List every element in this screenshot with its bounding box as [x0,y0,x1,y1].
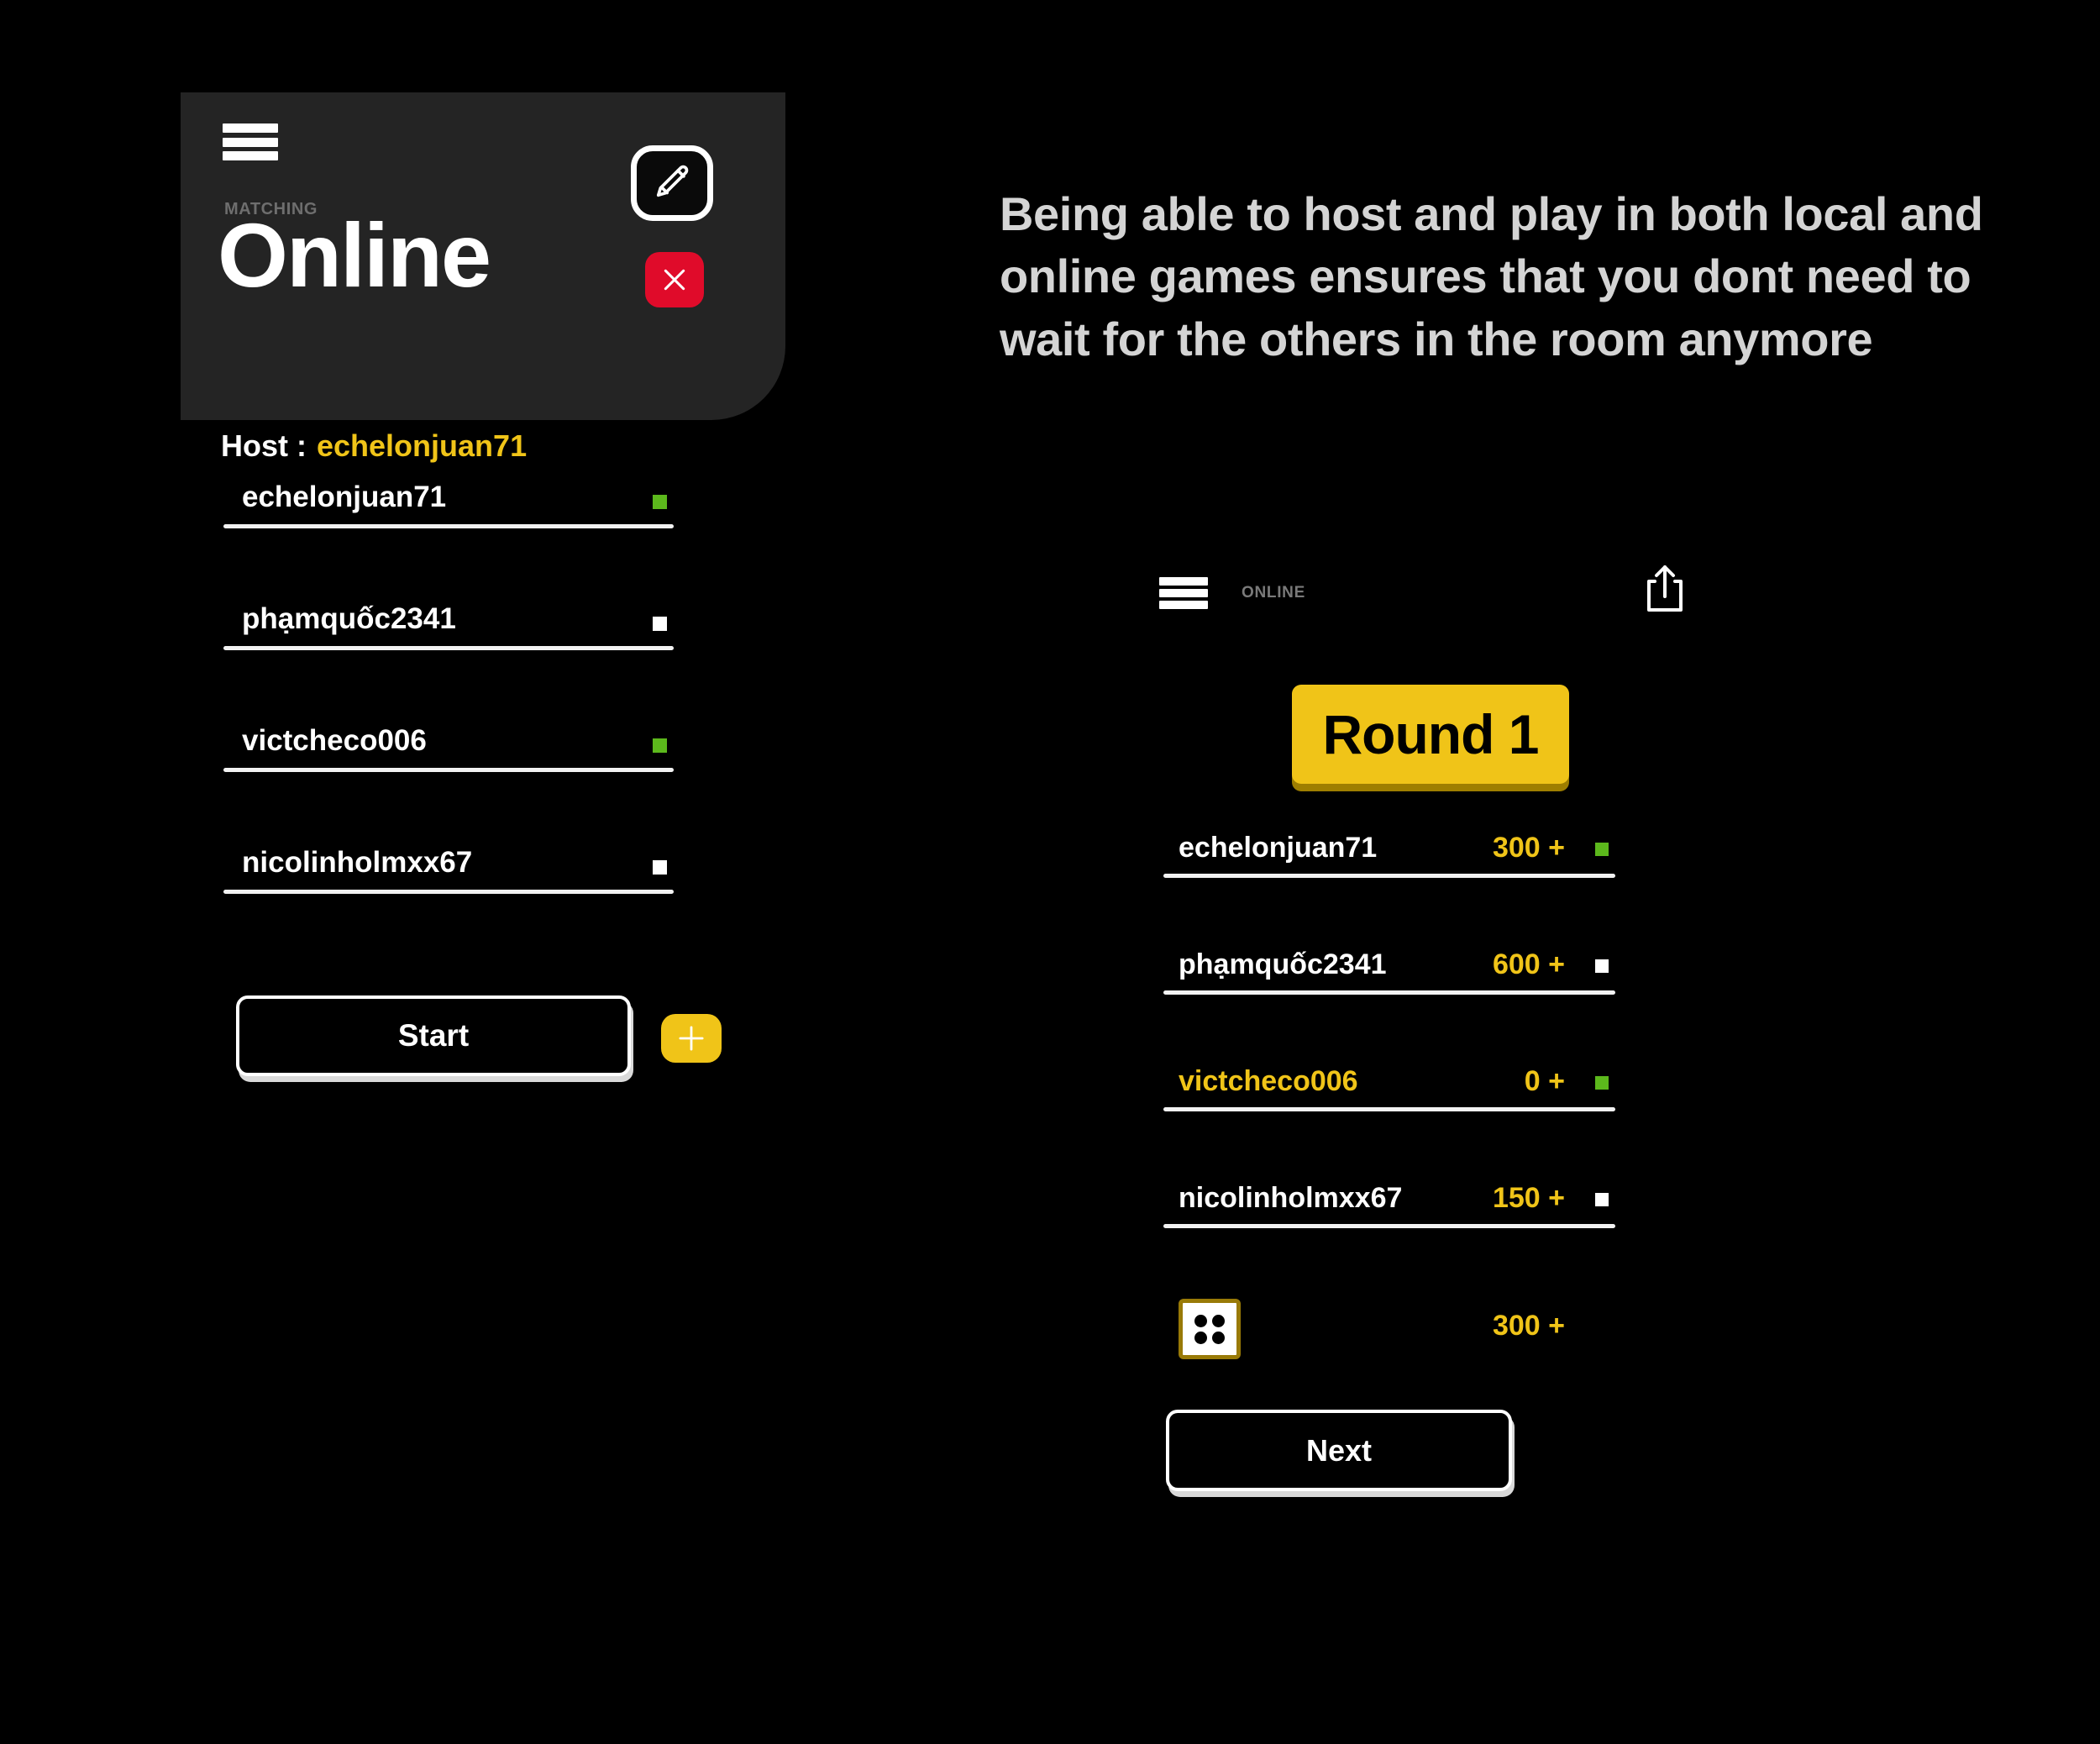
score-value: 0 + [1524,1065,1565,1097]
add-player-button[interactable] [661,1014,722,1063]
host-label: Host : [221,428,307,463]
host-line: Host : echelonjuan71 [221,428,527,464]
dice-score-row: 300 + [1163,1299,1615,1374]
score-value: 150 + [1492,1182,1565,1214]
round-banner: Round 1 [1292,685,1569,784]
close-room-button[interactable] [645,252,704,307]
score-player-name: echelonjuan71 [1179,832,1378,864]
hamburger-bar [1159,601,1208,609]
edit-room-button[interactable] [631,145,713,221]
player-name: phạmquốc2341 [242,602,456,635]
list-item[interactable]: nicolinholmxx67 [223,846,674,968]
list-item[interactable]: echelonjuan71 [223,481,674,602]
player-status-indicator [1595,843,1609,856]
game-round-mockup: ONLINE Round 1 echelonjuan71 300 + phạmq… [1151,563,1772,1491]
row-divider [223,890,674,894]
pencil-edit-icon [650,161,694,205]
dice-pip-grid [1192,1312,1227,1346]
room-title: Online [218,204,491,306]
table-row[interactable]: victcheco006 0 + [1163,1065,1615,1182]
table-row[interactable]: nicolinholmxx67 150 + [1163,1182,1615,1299]
table-row[interactable]: phạmquốc2341 600 + [1163,948,1615,1065]
dice-pip [1212,1314,1225,1327]
player-name: victcheco006 [242,724,427,757]
row-divider [1163,874,1615,878]
dice-four-icon[interactable] [1179,1299,1241,1359]
player-status-indicator [653,617,667,631]
score-value: 600 + [1492,948,1565,980]
game-topbar: ONLINE [1151,563,1772,630]
table-row[interactable]: echelonjuan71 300 + [1163,832,1615,948]
hamburger-menu-icon[interactable] [223,123,278,160]
dice-pip [1212,1331,1225,1344]
player-status-indicator [653,495,667,509]
player-status-indicator [1595,1193,1609,1206]
row-divider [1163,1224,1615,1228]
page-headline: Being able to host and play in both loca… [1000,187,1983,365]
share-upload-icon [1643,563,1687,615]
dice-score-value: 300 + [1492,1310,1565,1342]
room-header-card: MATCHING Online Host : echelonjuan71 [181,92,785,463]
start-button[interactable]: Start [236,995,631,1076]
host-name: echelonjuan71 [317,428,528,463]
hamburger-bar [1159,577,1208,586]
score-player-name: victcheco006 [1179,1065,1358,1097]
share-button[interactable] [1643,563,1687,615]
list-item[interactable]: victcheco006 [223,724,674,846]
player-status-indicator [1595,959,1609,973]
hamburger-bar [223,123,278,133]
player-status-indicator [1595,1076,1609,1090]
row-divider [223,768,674,772]
row-divider [223,524,674,528]
row-divider [223,646,674,650]
list-item[interactable]: phạmquốc2341 [223,602,674,724]
close-x-icon [658,263,691,297]
game-mode-label: ONLINE [1242,584,1305,601]
lobby-player-list: echelonjuan71 phạmquốc2341 victcheco006 … [223,481,674,968]
score-player-name: phạmquốc2341 [1179,948,1387,980]
player-status-indicator [653,860,667,875]
scoreboard-list: echelonjuan71 300 + phạmquốc2341 600 + v… [1163,832,1615,1299]
plus-icon [674,1021,709,1056]
next-button[interactable]: Next [1166,1410,1512,1491]
row-divider [1163,990,1615,995]
score-player-name: nicolinholmxx67 [1179,1182,1403,1214]
lobby-mockup: MATCHING Online Host : echelonjuan71 ech… [0,0,924,1744]
score-value: 300 + [1492,832,1565,864]
hamburger-bar [223,137,278,147]
row-divider [1163,1107,1615,1111]
hamburger-bar [1159,589,1208,597]
dice-pip [1194,1314,1207,1327]
player-name: echelonjuan71 [242,481,447,513]
hamburger-menu-icon[interactable] [1159,577,1208,609]
player-name: nicolinholmxx67 [242,846,473,879]
dice-pip [1194,1331,1207,1344]
hamburger-bar [223,151,278,160]
player-status-indicator [653,738,667,753]
